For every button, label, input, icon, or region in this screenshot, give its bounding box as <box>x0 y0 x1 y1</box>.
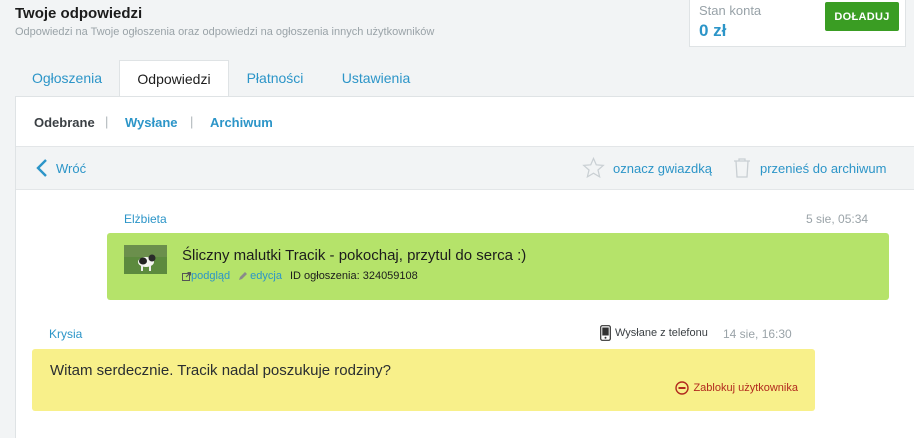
preview-link[interactable]: podgląd <box>182 270 230 282</box>
pencil-icon <box>239 272 248 280</box>
block-user-link[interactable]: Zablokuj użytkownika <box>675 381 798 395</box>
message-time: 14 sie, 16:30 <box>723 327 792 341</box>
balance-label: Stan konta <box>699 3 762 18</box>
dog-photo-image <box>124 245 167 274</box>
tab-odpowiedzi[interactable]: Odpowiedzi <box>119 60 229 98</box>
sent-from-phone-badge: Wysłane z telefonu <box>600 325 708 341</box>
star-icon <box>582 157 605 179</box>
message-sender[interactable]: Krysia <box>49 327 82 341</box>
message-toolbar: Wróć oznacz gwiazdką przenieś do archiwu… <box>16 147 914 190</box>
block-icon <box>675 381 690 395</box>
sent-from-label: Wysłane z telefonu <box>615 327 708 339</box>
ad-meta: podgląd edycja ID ogłoszenia: 324059108 <box>182 270 418 282</box>
message-bubble: Witam serdecznie. Tracik nadal poszukuje… <box>32 349 815 411</box>
message-text: Witam serdecznie. Tracik nadal poszukuje… <box>50 362 391 379</box>
back-link[interactable]: Wróć <box>36 158 86 178</box>
external-link-icon <box>182 271 191 281</box>
message-sender[interactable]: Elżbieta <box>124 212 167 226</box>
subtab-separator: | <box>105 114 109 129</box>
subtab-archiwum[interactable]: Archiwum <box>210 115 273 130</box>
account-balance-box: Stan konta 0 zł DOŁADUJ <box>689 0 906 47</box>
chevron-left-icon <box>36 159 47 177</box>
block-user-label: Zablokuj użytkownika <box>693 382 798 394</box>
star-action[interactable]: oznacz gwiazdką <box>582 156 712 180</box>
edit-label: edycja <box>250 270 282 282</box>
ad-id: ID ogłoszenia: 324059108 <box>289 270 418 282</box>
archive-label: przenieś do archiwum <box>760 160 887 176</box>
message-bubble: Śliczny malutki Tracik - pokochaj, przyt… <box>107 233 889 300</box>
balance-value: 0 zł <box>699 21 727 40</box>
topup-button[interactable]: DOŁADUJ <box>825 2 899 31</box>
page-subtitle: Odpowiedzi na Twoje ogłoszenia oraz odpo… <box>15 26 435 38</box>
preview-label: podgląd <box>191 270 231 282</box>
page-title: Twoje odpowiedzi <box>15 5 143 22</box>
ad-thumbnail[interactable] <box>124 245 167 274</box>
message-time: 5 sie, 05:34 <box>806 212 869 226</box>
subtabs: Odebrane | Wysłane | Archiwum <box>16 97 914 147</box>
trash-icon <box>734 158 750 178</box>
archive-action[interactable]: przenieś do archiwum <box>732 156 886 180</box>
subtab-separator: | <box>190 114 194 129</box>
tab-platnosci[interactable]: Płatności <box>229 60 321 97</box>
phone-icon <box>600 325 611 341</box>
edit-link[interactable]: edycja <box>238 270 282 282</box>
tab-ustawienia[interactable]: Ustawienia <box>321 60 431 97</box>
ad-title[interactable]: Śliczny malutki Tracik - pokochaj, przyt… <box>182 247 526 264</box>
messages-panel: Odebrane | Wysłane | Archiwum Wróć oznac… <box>15 97 914 438</box>
subtab-odebrane[interactable]: Odebrane <box>34 115 95 130</box>
tab-ogloszenia[interactable]: Ogłoszenia <box>15 60 119 97</box>
subtab-wyslane[interactable]: Wysłane <box>125 115 178 130</box>
back-label: Wróć <box>56 160 87 176</box>
star-label: oznacz gwiazdką <box>613 160 712 176</box>
